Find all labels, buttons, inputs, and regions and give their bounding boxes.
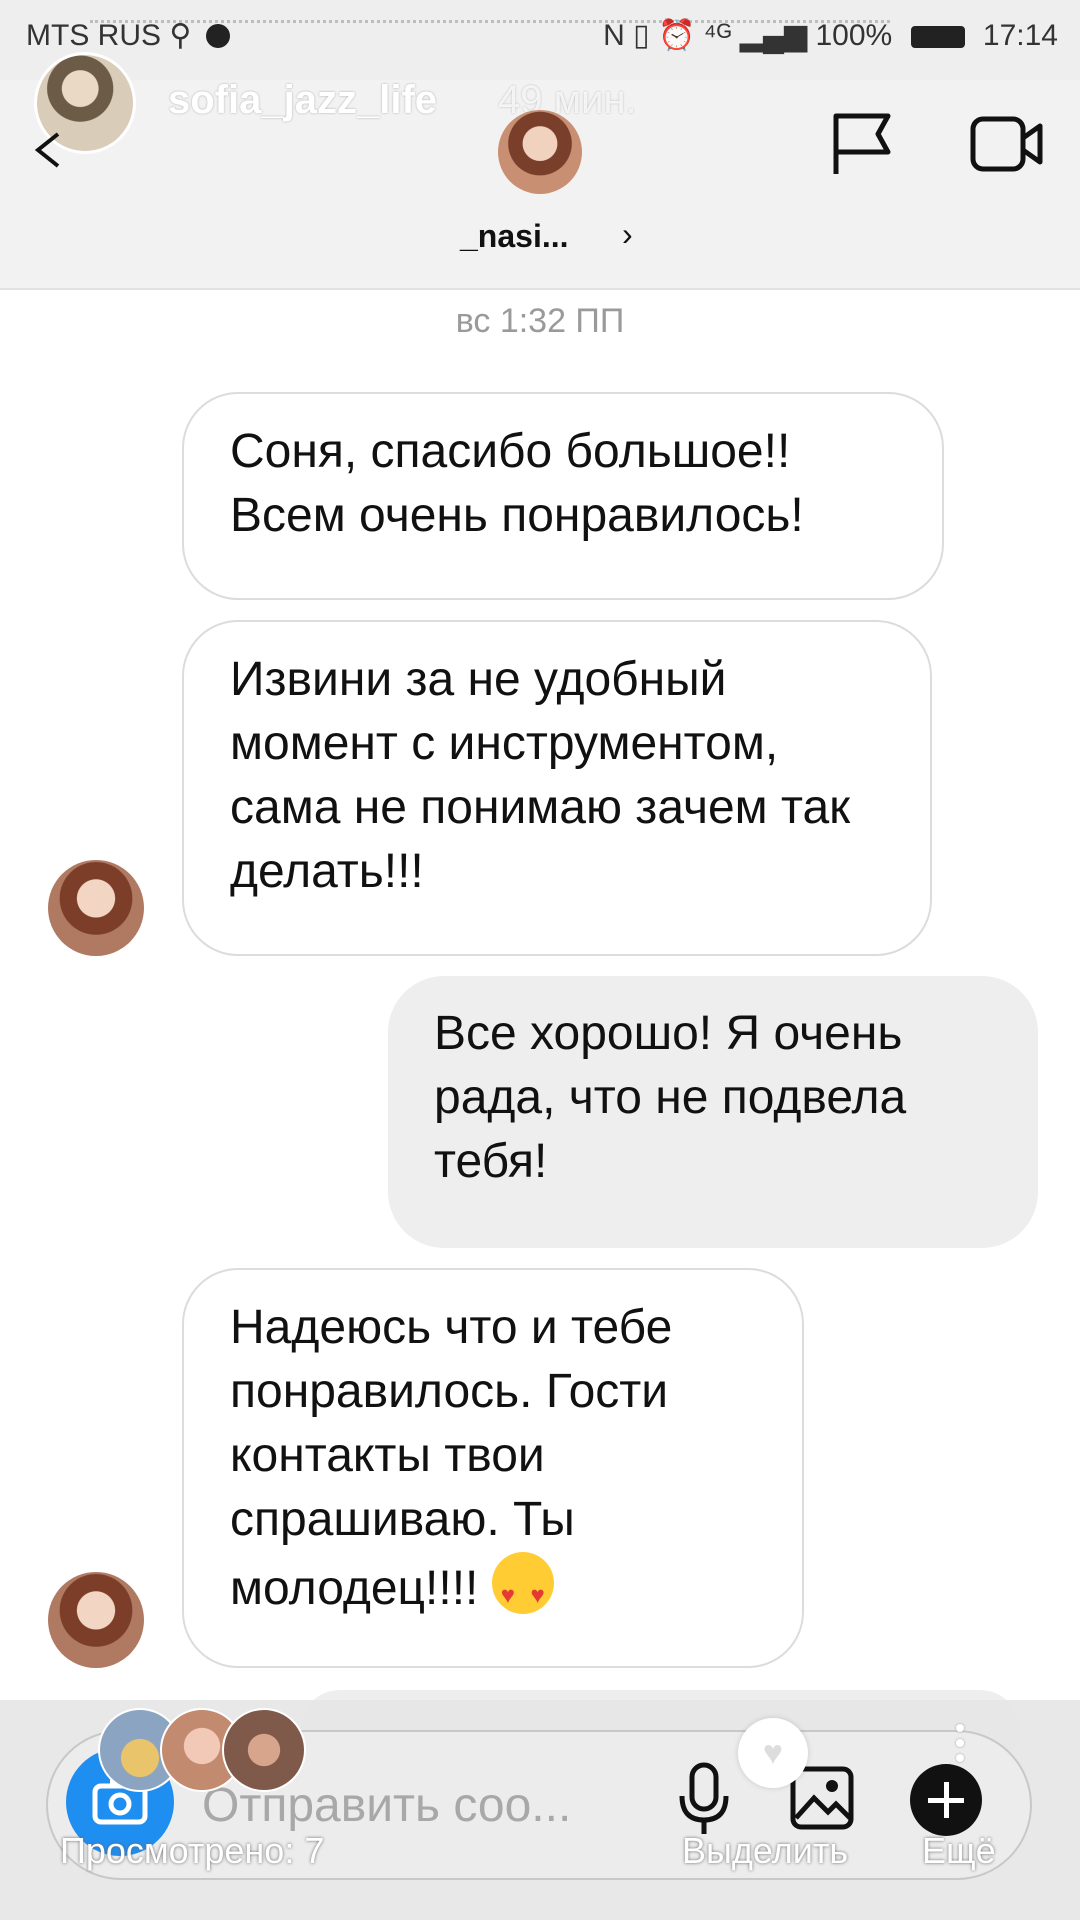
message-bubble-incoming[interactable]: Соня, спасибо большое!! Всем очень понра… (182, 392, 944, 600)
viewer-avatar (222, 1708, 306, 1792)
message-text: Извини за не удобный момент с инструмент… (230, 653, 851, 898)
plus-button[interactable] (910, 1764, 982, 1836)
sender-avatar[interactable] (48, 1572, 144, 1668)
status-bar: MTS RUS ⚲ N ▯ ⏰ ⁴ᴳ ▂▄▆ 100% 17:14 (0, 0, 1080, 80)
message-text: Все хорошо! Я очень рада, что не подвела… (434, 1007, 907, 1188)
back-arrow-icon[interactable] (30, 130, 70, 170)
highlight-button[interactable]: Выделить (682, 1830, 848, 1872)
story-owner-name[interactable]: sofia_jazz_life (168, 78, 437, 123)
video-call-icon[interactable] (970, 116, 1044, 172)
notification-dot-icon (205, 24, 230, 48)
views-count[interactable]: Просмотрено: 7 (60, 1830, 324, 1872)
more-dots-icon[interactable] (956, 1724, 964, 1769)
carrier-label: MTS RUS (26, 19, 161, 52)
viewer-avatars[interactable] (98, 1708, 318, 1792)
flag-icon[interactable] (832, 110, 892, 176)
battery-percent: 100% (815, 19, 893, 52)
message-text: Соня, спасибо большое!! Всем очень понра… (230, 425, 804, 542)
contact-name[interactable]: _nasi... (460, 218, 569, 255)
contact-avatar[interactable] (498, 110, 582, 194)
more-button[interactable]: Ещё (922, 1830, 996, 1872)
search-icon: ⚲ (169, 19, 192, 52)
heart-eyes-emoji-icon (491, 1552, 554, 1628)
microphone-icon[interactable] (676, 1762, 732, 1838)
message-bubble-outgoing[interactable]: Все хорошо! Я очень рада, что не подвела… (388, 976, 1038, 1248)
battery-icon (910, 26, 965, 48)
message-bubble-incoming[interactable]: Надеюсь что и тебе понравилось. Гости ко… (182, 1268, 804, 1668)
heart-icon[interactable]: ♥ (738, 1718, 808, 1788)
message-bubble-incoming[interactable]: Извини за не удобный момент с инструмент… (182, 620, 932, 956)
chevron-right-icon[interactable]: › (622, 216, 633, 253)
signal-icon: ▂▄▆ (739, 19, 808, 52)
sender-avatar[interactable] (48, 860, 144, 956)
status-left: MTS RUS ⚲ (26, 18, 230, 53)
clock: 17:14 (982, 19, 1058, 52)
message-text: Надеюсь что и тебе понравилось. Гости ко… (230, 1301, 673, 1615)
message-timestamp: вс 1:32 ПП (455, 302, 625, 340)
status-right: N ▯ ⏰ ⁴ᴳ ▂▄▆ 100% 17:14 (603, 18, 1058, 53)
status-icons: N ▯ ⏰ ⁴ᴳ (603, 19, 732, 52)
